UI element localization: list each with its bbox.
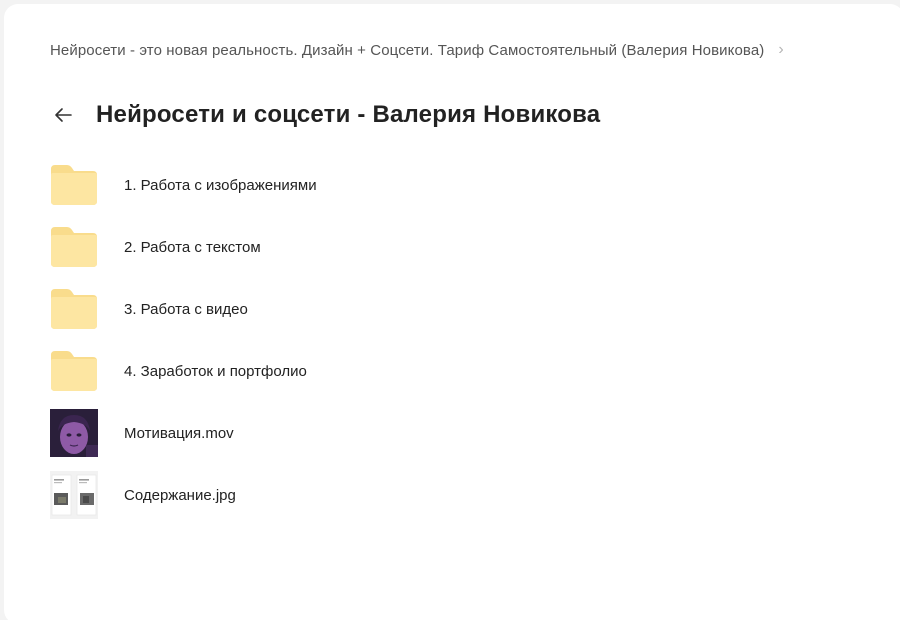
item-label: 3. Работа с видео xyxy=(124,300,248,318)
item-label: Содержание.jpg xyxy=(124,486,236,504)
list-item-image[interactable]: Содержание.jpg xyxy=(48,464,648,526)
list-item-folder-1[interactable]: 1. Работа с изображениями xyxy=(48,154,648,216)
item-label: 4. Заработок и портфолио xyxy=(124,362,307,380)
item-label: 2. Работа с текстом xyxy=(124,238,261,256)
breadcrumb[interactable]: Нейросети - это новая реальность. Дизайн… xyxy=(50,40,784,60)
item-label: Мотивация.mov xyxy=(124,424,234,442)
back-button[interactable] xyxy=(50,102,76,128)
chevron-right-icon: › xyxy=(778,41,784,58)
list-item-folder-3[interactable]: 3. Работа с видео xyxy=(48,278,648,340)
folder-icon xyxy=(48,283,100,335)
arrow-left-icon xyxy=(55,108,72,122)
page-title: Нейросети и соцсети - Валерия Новикова xyxy=(96,101,601,128)
file-browser-panel: Нейросети - это новая реальность. Дизайн… xyxy=(4,4,900,620)
folder-icon xyxy=(48,221,100,273)
breadcrumb-link[interactable]: Нейросети - это новая реальность. Дизайн… xyxy=(50,42,764,59)
folder-icon xyxy=(48,345,100,397)
list-item-folder-4[interactable]: 4. Заработок и портфолио xyxy=(48,340,648,402)
title-row: Нейросети и соцсети - Валерия Новикова xyxy=(50,96,600,134)
list-item-video[interactable]: Мотивация.mov xyxy=(48,402,648,464)
item-label: 1. Работа с изображениями xyxy=(124,176,317,194)
file-list: 1. Работа с изображениями 2. Работа с те… xyxy=(48,154,648,526)
folder-icon xyxy=(48,159,100,211)
list-item-folder-2[interactable]: 2. Работа с текстом xyxy=(48,216,648,278)
image-thumbnail xyxy=(48,469,100,521)
video-thumbnail xyxy=(48,407,100,459)
